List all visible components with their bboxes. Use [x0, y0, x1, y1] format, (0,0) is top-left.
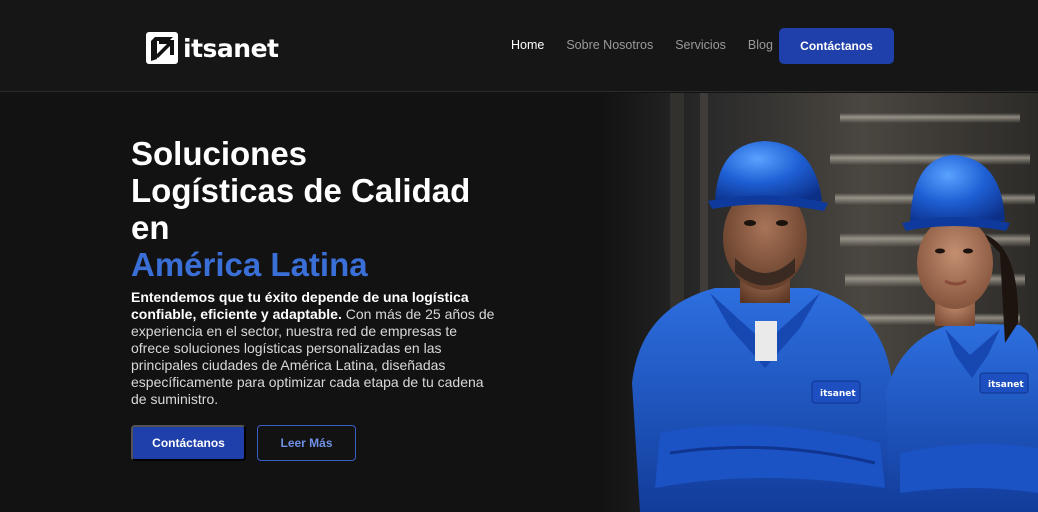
hero-title: Soluciones Logísticas de Calidad en Amér…	[131, 135, 531, 283]
nav-sobre-nosotros[interactable]: Sobre Nosotros	[566, 38, 653, 52]
nav-servicios[interactable]: Servicios	[675, 38, 726, 52]
hero-title-line-2: Logísticas de Calidad	[131, 172, 471, 209]
badge-man-text: itsanet	[820, 389, 856, 399]
nav-blog[interactable]: Blog	[748, 38, 773, 52]
logo-arrow-icon	[146, 32, 178, 64]
hero-title-accent: América Latina	[131, 246, 368, 283]
logo[interactable]: itsanet	[145, 31, 279, 65]
hero-title-line-3: en	[131, 209, 170, 246]
nav-home[interactable]: Home	[511, 38, 544, 52]
main-nav: Home Sobre Nosotros Servicios Blog	[511, 38, 795, 52]
hero-workers-image: itsanet itsanet	[600, 93, 1038, 512]
header-contact-button[interactable]: Contáctanos	[779, 28, 894, 64]
site-header: itsanet Home Sobre Nosotros Servicios Bl…	[0, 0, 1038, 92]
read-more-button[interactable]: Leer Más	[257, 425, 356, 461]
logo-text: itsanet	[183, 33, 279, 63]
hero-description: Entendemos que tu éxito depende de una l…	[131, 289, 496, 408]
hero-contact-button[interactable]: Contáctanos	[131, 425, 246, 461]
hero-section: itsanet itsanet Soluciones Logísticas de…	[0, 93, 1038, 512]
hero-title-line-1: Soluciones	[131, 135, 308, 172]
badge-woman-text: itsanet	[988, 380, 1024, 390]
